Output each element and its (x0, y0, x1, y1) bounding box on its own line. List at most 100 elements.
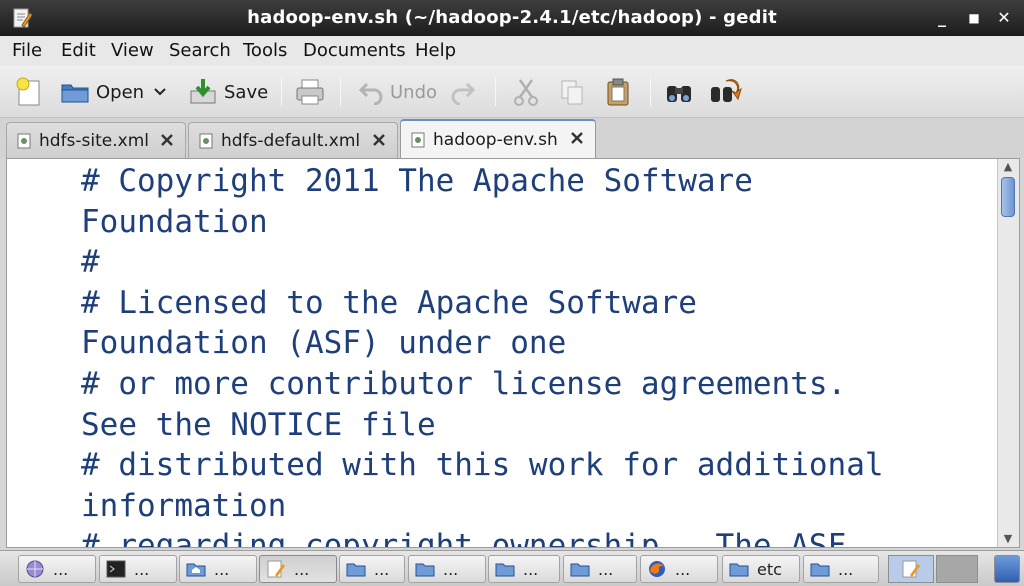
toolbar: Open Save Undo (0, 66, 1024, 118)
toolbar-separator (281, 78, 282, 106)
printer-icon (296, 79, 324, 105)
document-icon (411, 132, 425, 147)
scissors-icon (514, 79, 538, 106)
menu-view[interactable]: View (111, 40, 154, 61)
save-label: Save (224, 81, 269, 103)
taskbar-item[interactable]: ... (179, 555, 257, 583)
toolbar-separator (495, 78, 496, 106)
document-icon (199, 133, 213, 148)
line-text[interactable]: # (79, 242, 997, 283)
taskbar-item[interactable]: etc (722, 555, 800, 583)
line-text[interactable]: # Licensed to the Apache Software Founda… (79, 283, 997, 364)
document-tabs: hdfs-site.xml hdfs-default.xml hadoop-en… (0, 118, 1024, 158)
taskbar-item[interactable]: ... (563, 555, 637, 583)
taskbar-item[interactable]: ... (18, 555, 96, 583)
print-button[interactable] (294, 74, 326, 110)
terminal-icon (106, 560, 126, 578)
taskbar-item[interactable]: ... (339, 555, 405, 583)
open-recent-dropdown[interactable] (152, 74, 168, 110)
tab-hdfs-default[interactable]: hdfs-default.xml (188, 122, 398, 158)
taskbar-label: ... (53, 559, 69, 579)
close-tab-icon[interactable] (569, 130, 585, 146)
globe-icon (26, 560, 44, 578)
taskbar-item[interactable]: ... (408, 555, 486, 583)
menu-tools[interactable]: Tools (243, 40, 287, 61)
code-line: 6 # regarding copyright ownership. The A… (79, 526, 997, 547)
save-button[interactable]: Save (188, 74, 268, 110)
taskbar-item[interactable]: ... (259, 555, 337, 583)
title-bar: hadoop-env.sh (~/hadoop-2.4.1/etc/hadoop… (0, 0, 1024, 36)
close-tab-icon[interactable] (159, 132, 175, 148)
vertical-scrollbar[interactable]: ▲ ▼ (997, 159, 1019, 547)
taskbar-item[interactable]: ... (803, 555, 879, 583)
code-lines: 1 # Copyright 2011 The Apache Software F… (79, 159, 997, 547)
find-replace-button[interactable] (708, 74, 742, 110)
menu-file[interactable]: File (12, 40, 42, 61)
undo-label: Undo (390, 81, 438, 103)
tab-label: hadoop-env.sh (433, 129, 558, 150)
minimize-button[interactable]: _ (930, 6, 954, 30)
code-line: 5 # distributed with this work for addit… (79, 445, 997, 526)
menu-search[interactable]: Search (169, 40, 231, 61)
line-number-gutter (7, 159, 79, 547)
binoculars-icon (667, 86, 691, 102)
text-editor-icon (902, 560, 920, 578)
close-window-button[interactable]: ✕ (992, 6, 1016, 30)
menu-documents[interactable]: Documents (303, 40, 406, 61)
taskbar-label: ... (374, 559, 390, 579)
undo-button[interactable]: Undo (358, 74, 437, 110)
taskbar-item[interactable]: ... (99, 555, 177, 583)
taskbar: ... ... ... ... ... ... ... ... ... etc … (0, 550, 1024, 586)
scroll-up-arrow-icon[interactable]: ▲ (1002, 161, 1014, 173)
taskbar-label: ... (675, 559, 691, 579)
maximize-button[interactable]: ■ (962, 6, 986, 30)
tab-hadoop-env[interactable]: hadoop-env.sh (400, 119, 596, 158)
scrollbar-thumb[interactable] (1001, 177, 1015, 217)
line-text[interactable]: # Copyright 2011 The Apache Software Fou… (79, 161, 997, 242)
taskbar-label: etc (757, 559, 782, 579)
redo-icon (451, 82, 476, 105)
menu-help[interactable]: Help (415, 40, 456, 61)
toolbar-separator (650, 78, 651, 106)
open-folder-icon (61, 84, 89, 103)
clipboard-icon (607, 78, 629, 106)
tab-hdfs-site[interactable]: hdfs-site.xml (6, 122, 186, 158)
cut-button[interactable] (512, 74, 540, 110)
taskbar-label: ... (523, 559, 539, 579)
home-folder-icon (186, 563, 206, 577)
text-editor-icon (267, 560, 285, 578)
taskbar-item[interactable]: ... (488, 555, 560, 583)
window-title: hadoop-env.sh (~/hadoop-2.4.1/etc/hadoop… (247, 7, 777, 28)
find-button[interactable] (664, 74, 694, 110)
folder-icon (495, 563, 515, 577)
text-view[interactable]: 1 # Copyright 2011 The Apache Software F… (79, 159, 997, 547)
chevron-down-icon (154, 88, 166, 96)
taskbar-label: ... (134, 559, 150, 579)
paste-button[interactable] (604, 74, 632, 110)
code-line: 4 # or more contributor license agreemen… (79, 364, 997, 445)
workspace-2[interactable] (936, 555, 978, 583)
line-text[interactable]: # or more contributor license agreements… (79, 364, 997, 445)
find-replace-icon (711, 79, 742, 102)
code-line: 2 # (79, 242, 997, 283)
copy-button[interactable] (558, 74, 586, 110)
show-desktop-button[interactable] (994, 555, 1020, 583)
line-text[interactable]: # distributed with this work for additio… (79, 445, 997, 526)
taskbar-item[interactable]: ... (640, 555, 718, 583)
line-text[interactable]: # regarding copyright ownership. The ASF (79, 526, 997, 547)
editor-area[interactable]: 1 # Copyright 2011 The Apache Software F… (6, 158, 1020, 548)
save-icon (190, 79, 216, 104)
workspace-1[interactable] (888, 555, 934, 583)
open-button[interactable]: Open (60, 74, 144, 110)
folder-icon (415, 563, 435, 577)
close-tab-icon[interactable] (371, 132, 387, 148)
new-document-button[interactable] (14, 74, 44, 110)
menu-edit[interactable]: Edit (61, 40, 96, 61)
new-document-icon (16, 77, 40, 106)
scroll-down-arrow-icon[interactable]: ▼ (1002, 533, 1014, 545)
menu-bar: File Edit View Search Tools Documents He… (0, 36, 1024, 66)
redo-button[interactable] (450, 74, 476, 110)
tab-label: hdfs-site.xml (39, 130, 149, 151)
copy-icon (561, 80, 583, 105)
taskbar-label: ... (443, 559, 459, 579)
